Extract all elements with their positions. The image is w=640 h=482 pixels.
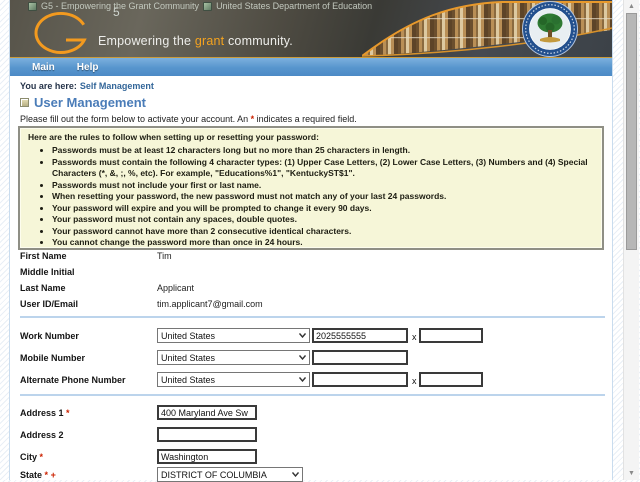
scrollbar-up-icon[interactable]: ▲: [624, 3, 639, 10]
doe-seal-icon: [523, 2, 578, 57]
bookshelf-swoosh: [362, 0, 612, 57]
chevron-down-icon: [299, 355, 306, 360]
password-rules-list: Passwords must be at least 12 characters…: [28, 145, 594, 249]
alternate-ext-separator: x: [412, 376, 417, 386]
user-id-email-label: User ID/Email: [20, 299, 78, 309]
tab-title-g5: G5 - Empowering the Grant Community: [41, 1, 199, 11]
user-id-email-value: tim.applicant7@gmail.com: [157, 299, 263, 309]
vertical-scrollbar[interactable]: ▲ ▼: [623, 0, 639, 480]
page-title: User Management: [34, 95, 146, 110]
address2-input[interactable]: [157, 427, 257, 442]
work-extension-input[interactable]: [419, 328, 483, 343]
page-icon: [203, 2, 212, 11]
city-input[interactable]: [157, 449, 257, 464]
mobile-number-input[interactable]: [312, 350, 408, 365]
last-name-label: Last Name: [20, 283, 66, 293]
middle-initial-label: Middle Initial: [20, 267, 75, 277]
banner-tagline: Empowering the grant community.: [98, 34, 293, 48]
intro-text: Please fill out the form below to activa…: [20, 114, 357, 124]
password-rules-title: Here are the rules to follow when settin…: [28, 132, 594, 142]
address1-input[interactable]: [157, 405, 257, 420]
chevron-down-icon: [299, 333, 306, 338]
state-label: State * +: [20, 470, 56, 480]
password-rule: Passwords must contain the following 4 c…: [52, 157, 594, 180]
breadcrumb: You are here:Self Management: [20, 81, 154, 91]
first-name-label: First Name: [20, 251, 67, 261]
chevron-down-icon: [292, 472, 299, 477]
tab-title-doe: United States Department of Education: [216, 1, 372, 11]
main-nav: Main Help: [10, 58, 612, 76]
alternate-country-select[interactable]: United States: [157, 372, 310, 387]
password-rule: When resetting your password, the new pa…: [52, 191, 594, 203]
page-title-row: User Management: [20, 95, 146, 110]
work-number-input[interactable]: [312, 328, 408, 343]
g5-logo-icon: [33, 9, 95, 56]
address2-label: Address 2: [20, 430, 64, 440]
alternate-phone-label: Alternate Phone Number: [20, 375, 126, 385]
work-country-select[interactable]: United States: [157, 328, 310, 343]
nav-item-help[interactable]: Help: [77, 62, 99, 73]
password-rule: Your password cannot have more than 2 co…: [52, 226, 594, 238]
page-icon: [28, 2, 37, 11]
breadcrumb-link-self-management[interactable]: Self Management: [80, 81, 154, 91]
section-divider: [20, 316, 605, 318]
nav-item-main[interactable]: Main: [32, 62, 55, 73]
window-titles: G5 - Empowering the Grant Community Unit…: [28, 1, 372, 11]
password-rule: Passwords must not include your first or…: [52, 180, 594, 192]
city-label: City *: [20, 452, 43, 462]
banner: 5 Empowering the grant community. G5 - E…: [10, 0, 612, 58]
alternate-number-input[interactable]: [312, 372, 408, 387]
breadcrumb-prefix: You are here:: [20, 81, 77, 91]
mobile-country-select[interactable]: United States: [157, 350, 310, 365]
user-management-icon: [20, 98, 29, 107]
address1-label: Address 1 *: [20, 408, 70, 418]
password-rule: Passwords must be at least 12 characters…: [52, 145, 594, 157]
password-rule: Your password will expire and you will b…: [52, 203, 594, 215]
mobile-number-label: Mobile Number: [20, 353, 85, 363]
scrollbar-down-icon[interactable]: ▼: [624, 470, 639, 477]
password-rules-box: Here are the rules to follow when settin…: [18, 126, 604, 250]
last-name-value: Applicant: [157, 283, 194, 293]
page-content: 5 Empowering the grant community. G5 - E…: [9, 0, 613, 480]
work-ext-separator: x: [412, 332, 417, 342]
password-rule: Your password must not contain any space…: [52, 214, 594, 226]
work-number-label: Work Number: [20, 331, 79, 341]
section-divider: [20, 394, 605, 396]
first-name-value: Tim: [157, 251, 172, 261]
alternate-extension-input[interactable]: [419, 372, 483, 387]
scrollbar-thumb[interactable]: [626, 13, 637, 250]
password-rule: You cannot change the password more than…: [52, 237, 594, 249]
chevron-down-icon: [299, 377, 306, 382]
